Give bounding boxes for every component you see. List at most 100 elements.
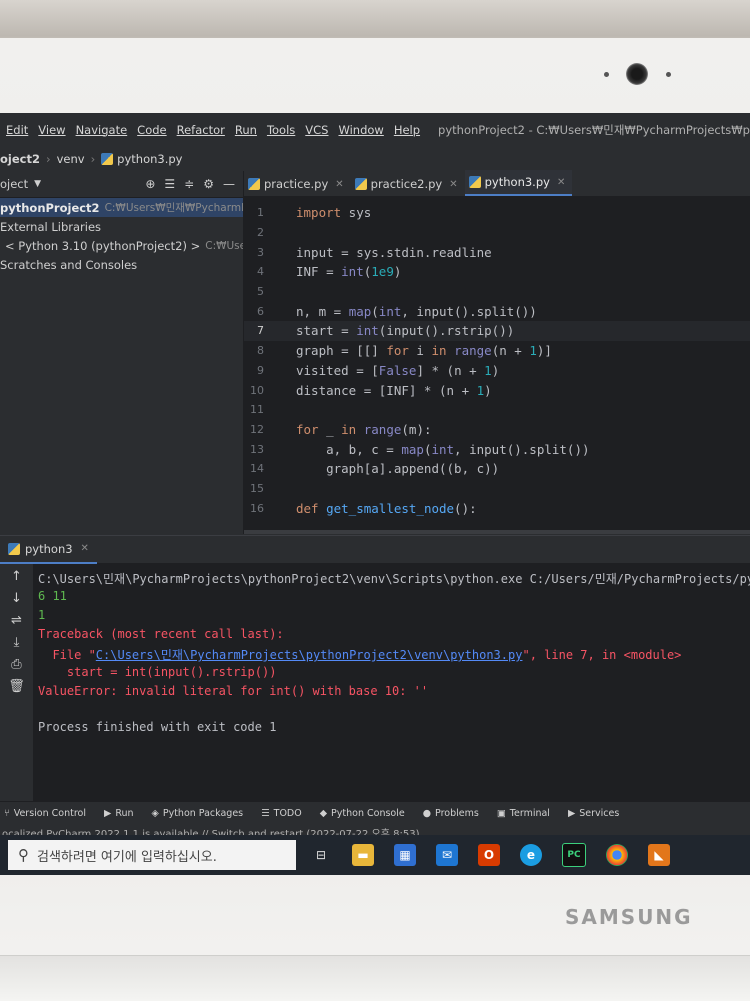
close-icon[interactable]: ✕ [557,177,565,188]
line-number: 11 [250,403,264,417]
expand-all-icon[interactable]: ☰ [164,177,175,191]
print-icon[interactable]: ⎙ [11,656,21,673]
tab-python3[interactable]: python3.py ✕ [464,170,573,196]
mail-icon[interactable]: ✉ [436,844,458,866]
metamask-icon[interactable]: ◣ [648,844,670,866]
console-input-line: 1 [38,608,46,622]
trash-icon[interactable]: 🗑 [8,678,25,695]
store-icon[interactable]: ▦ [394,844,416,866]
menu-refactor[interactable]: Refactor [177,123,225,137]
editor-tabs: practice.py ✕ practice2.py ✕ python3.py … [244,170,750,197]
menu-help[interactable]: Help [394,123,420,137]
code-line[interactable]: 10 distance = [INF] * (n + 1) [244,380,750,400]
code-text: start = int(input().rstrip()) [296,323,515,339]
gear-icon[interactable]: ⚙ [203,177,214,191]
close-icon[interactable]: ✕ [449,179,457,190]
terminal-icon: ▣ [496,807,506,819]
tool-tab-problems[interactable]: ● Problems [423,808,479,819]
tool-tab-run[interactable]: ▶ Run [104,808,134,819]
code-line[interactable]: 9 visited = [False] * (n + 1) [244,361,750,381]
code-text: n, m = map(int, input().split()) [296,303,537,319]
tool-tab-terminal[interactable]: ▣ Terminal [497,808,550,819]
tree-item-scratches[interactable]: Scratches and Consoles [0,255,243,274]
breadcrumb-venv[interactable]: venv [51,152,91,166]
code-editor[interactable]: practice.py ✕ practice2.py ✕ python3.py … [244,170,750,534]
menu-code[interactable]: Code [137,123,166,137]
file-explorer-icon[interactable]: ▬ [352,844,374,866]
code-line[interactable]: 8 graph = [[] for i in range(n + 1)] [244,341,750,361]
tree-item-label: < Python 3.10 (pythonProject2) > [5,238,201,253]
task-view-icon[interactable]: ⊟ [310,844,332,866]
tree-item-external-libraries[interactable]: External Libraries [0,217,243,236]
line-number: 8 [257,344,264,358]
traceback-header: Traceback (most recent call last): [38,627,284,641]
tool-tab-services[interactable]: ▶ Services [568,808,619,819]
console-command-line: C:\Users\민재\PycharmProjects\pythonProjec… [38,572,750,586]
line-number: 5 [257,285,264,299]
menu-navigate[interactable]: Navigate [76,123,128,137]
code-area[interactable]: 1 import sys 2 3 input = sys.stdin.readline 4… [244,197,750,534]
menu-window[interactable]: Window [338,123,383,137]
tool-tab-label: Version Control [13,807,86,819]
arrow-up-icon[interactable]: ↑ [11,568,22,585]
python-file-icon [354,178,367,190]
code-line[interactable]: 12 for _ in range(m): [244,420,750,440]
tool-tab-todo[interactable]: ☰ TODO [261,808,302,819]
menu-edit[interactable]: Edit [6,123,28,137]
line-number: 12 [250,422,264,436]
breadcrumb-file[interactable]: python3.py [95,152,188,166]
traceback-file-link[interactable]: C:\Users\민재\PycharmProjects\pythonProjec… [96,648,523,662]
code-line[interactable]: 11 [244,400,750,420]
code-line[interactable]: 6 n, m = map(int, input().split()) [244,302,750,322]
code-line[interactable]: 4 INF = int(1e9) [244,262,750,282]
line-number: 3 [257,245,264,259]
taskbar-search[interactable]: ⚲ 검색하려면 여기에 입력하십시오. [8,840,296,870]
collapse-all-icon[interactable]: ≑ [184,177,194,191]
breadcrumb-project[interactable]: oject2 [0,152,46,166]
tool-tab-version-control[interactable]: ⑂ Version Control [4,808,86,819]
code-line[interactable]: 2 [244,223,750,243]
project-panel-header: oject ▼ ⊕ ☰ ≑ ⚙ — [0,171,243,198]
close-icon[interactable]: ✕ [335,179,343,190]
edge-icon[interactable]: e [520,844,542,866]
tool-tab-label: Services [579,807,620,819]
code-text: import sys [296,205,372,221]
code-line[interactable]: 3 input = sys.stdin.readline [244,242,750,262]
code-line[interactable]: 7 start = int(input().rstrip()) [244,321,750,341]
locate-icon[interactable]: ⊕ [145,177,155,191]
code-line[interactable]: 5 [244,282,750,302]
tree-item-python-sdk[interactable]: < Python 3.10 (pythonProject2) > C:₩User… [0,236,243,255]
code-text: visited = [False] * (n + 1) [296,362,500,378]
project-view-selector[interactable]: oject [0,177,28,191]
chrome-icon[interactable] [606,844,628,866]
arrow-down-icon[interactable]: ↓ [11,590,22,607]
pycharm-icon[interactable]: PC [562,843,586,867]
python-icon: ◆ [319,807,328,819]
tab-practice[interactable]: practice.py ✕ [244,172,351,196]
code-line[interactable]: 15 [244,479,750,499]
scroll-to-end-icon[interactable]: ⤓ [14,634,20,651]
soft-wrap-icon[interactable]: ⇌ [11,612,22,629]
packages-icon: ◈ [151,807,159,819]
console-output[interactable]: C:\Users\민재\PycharmProjects\pythonProjec… [38,564,750,801]
hide-icon[interactable]: — [223,177,235,191]
traceback-file-prefix: File " [38,648,96,662]
tool-tab-python-console[interactable]: ◆ Python Console [320,808,405,819]
menu-tools[interactable]: Tools [267,123,295,137]
tool-tab-python-packages[interactable]: ◈ Python Packages [152,808,244,819]
tool-tab-label: Python Console [331,807,405,819]
code-line[interactable]: 14 graph[a].append((b, c)) [244,459,750,479]
code-line[interactable]: 13 a, b, c = map(int, input().split()) [244,439,750,459]
tree-item-project-root[interactable]: pythonProject2 C:₩Users₩민재₩PycharmProjec… [0,198,243,217]
menu-run[interactable]: Run [235,123,257,137]
code-line[interactable]: 1 import sys [244,203,750,223]
editor-horizontal-scrollbar[interactable] [244,530,750,534]
code-line[interactable]: 16 def get_smallest_node(): [244,499,750,519]
office-icon[interactable]: O [478,844,500,866]
chevron-down-icon[interactable]: ▼ [34,179,41,189]
tab-practice2[interactable]: practice2.py ✕ [351,172,465,196]
menu-view[interactable]: View [38,123,65,137]
menu-vcs[interactable]: VCS [305,123,328,137]
close-icon[interactable]: ✕ [81,543,89,554]
run-tab-python3[interactable]: python3 ✕ [0,535,97,564]
